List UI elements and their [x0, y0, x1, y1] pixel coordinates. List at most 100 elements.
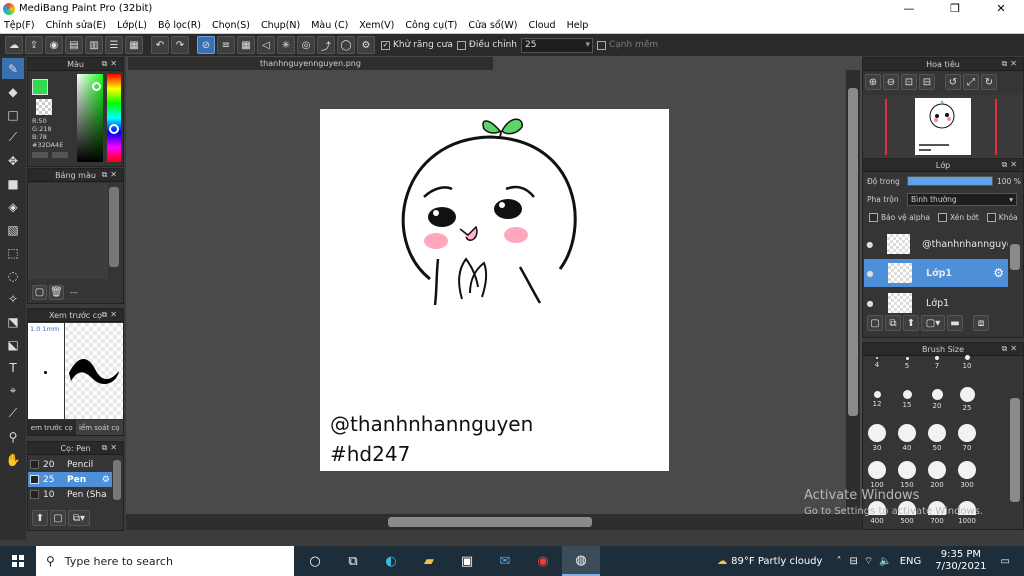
- rotate-left-icon[interactable]: ↺: [945, 74, 961, 90]
- settings-gear-icon[interactable]: ⚙: [357, 36, 375, 54]
- horizontal-scroll-thumb[interactable]: [388, 517, 592, 527]
- menu-tools[interactable]: Công cụ(T): [405, 20, 457, 31]
- checkbox-icon[interactable]: [869, 212, 878, 222]
- weather-text[interactable]: 89°F Partly cloudy: [731, 556, 822, 567]
- panel-controls-icon[interactable]: ⧉✕: [102, 310, 120, 320]
- panel-controls-icon[interactable]: ⧉✕: [102, 59, 120, 69]
- folder-icon[interactable]: ▬: [947, 315, 963, 331]
- merge-layer-icon[interactable]: ⧈: [973, 315, 989, 331]
- import-layer-icon[interactable]: ⬆: [903, 315, 919, 331]
- ellipse-snap-icon[interactable]: ◯: [337, 36, 355, 54]
- zoom-out-icon[interactable]: ⊖: [883, 74, 899, 90]
- bucket-tool-icon[interactable]: ◈: [2, 196, 24, 217]
- drawing-canvas[interactable]: @thanhnhannguyen #hd247: [320, 109, 669, 471]
- layer-row-selected[interactable]: ● Lớp1 ⚙: [864, 259, 1008, 287]
- brush-size-option[interactable]: 70: [952, 424, 982, 452]
- chrome-icon[interactable]: ◉: [524, 546, 562, 576]
- soft-edge-toggle[interactable]: Cạnh mềm: [596, 40, 658, 50]
- store-icon[interactable]: ▣: [448, 546, 486, 576]
- eyedropper-tool-icon[interactable]: ⚲: [2, 426, 24, 447]
- brush-size-option[interactable]: 30: [862, 424, 892, 452]
- panel-controls-icon[interactable]: ⧉✕: [1002, 59, 1020, 69]
- vertical-scrollbar[interactable]: [846, 70, 860, 514]
- brush-size-option[interactable]: 7: [922, 356, 952, 370]
- grid-icon[interactable]: ▦: [125, 36, 143, 54]
- magic-wand-tool-icon[interactable]: ✧: [2, 288, 24, 309]
- menu-select[interactable]: Chọn(S): [212, 20, 250, 31]
- cortana-icon[interactable]: ○: [296, 546, 334, 576]
- brush-size-option[interactable]: 15: [892, 390, 922, 409]
- zoom-in-icon[interactable]: ⊕: [865, 74, 881, 90]
- brush-size-scrollbar[interactable]: [1010, 398, 1020, 502]
- navigator-preview[interactable]: [863, 95, 1023, 157]
- move-tool-icon[interactable]: ✥: [2, 150, 24, 171]
- fullscreen-icon[interactable]: ⤢: [963, 74, 979, 90]
- gradient-tool-icon[interactable]: ▧: [2, 219, 24, 240]
- layer-scrollbar[interactable]: [1010, 244, 1020, 270]
- eye-icon[interactable]: ●: [864, 299, 876, 308]
- lasso-tool-icon[interactable]: ◌: [2, 265, 24, 286]
- menu-file[interactable]: Tệp(F): [4, 20, 35, 31]
- brush-size-option[interactable]: 150: [892, 461, 922, 489]
- document-tab[interactable]: thanhnguyennguyen.png: [128, 57, 493, 70]
- gear-icon[interactable]: ⚙: [993, 266, 1004, 280]
- comment-icon[interactable]: ◉: [45, 36, 63, 54]
- minimize-button[interactable]: —: [886, 0, 932, 17]
- cloud-icon[interactable]: ☁: [5, 36, 23, 54]
- horizontal-scrollbar[interactable]: [126, 514, 862, 530]
- fit-icon[interactable]: ⊡: [901, 74, 917, 90]
- text-tool-icon[interactable]: T: [2, 357, 24, 378]
- secondary-color-swatch[interactable]: [36, 99, 52, 115]
- medibang-taskbar-icon[interactable]: ◍: [562, 546, 600, 576]
- wifi-icon[interactable]: ⌔: [864, 555, 873, 568]
- circle-snap-icon[interactable]: ◎: [297, 36, 315, 54]
- weather-icon[interactable]: ☁: [717, 556, 727, 567]
- chevron-up-icon[interactable]: ˄: [836, 556, 841, 567]
- brush-size-option[interactable]: 40: [892, 424, 922, 452]
- redo-icon[interactable]: ↷: [171, 36, 189, 54]
- chat-icon[interactable]: ▤: [65, 36, 83, 54]
- brush-item[interactable]: 10 Pen (Sha: [28, 487, 112, 502]
- network-icon[interactable]: ⊟: [849, 556, 857, 567]
- new-palette-icon[interactable]: ▢: [32, 284, 47, 300]
- add-layer-menu-icon[interactable]: ▢▾: [921, 315, 945, 331]
- curve-snap-icon[interactable]: ⤴: [317, 36, 335, 54]
- parallel-snap-icon[interactable]: ≡: [217, 36, 235, 54]
- menu-window[interactable]: Cửa sổ(W): [468, 20, 517, 31]
- hue-slider[interactable]: [107, 74, 121, 162]
- menu-help[interactable]: Help: [567, 20, 589, 31]
- layer-row[interactable]: ● Lớp1: [864, 289, 1008, 317]
- notification-icon[interactable]: ▭: [1001, 556, 1010, 567]
- antialias-toggle[interactable]: ✓ Khử răng cưa: [381, 40, 453, 50]
- rotate-right-icon[interactable]: ↻: [981, 74, 997, 90]
- brush-menu-icon[interactable]: ⧉▾: [68, 510, 90, 526]
- blend-dropdown[interactable]: Bình thường ▾: [907, 192, 1017, 206]
- share-icon[interactable]: ⇪: [25, 36, 43, 54]
- panel-controls-icon[interactable]: ⧉✕: [102, 443, 120, 453]
- brush-item[interactable]: 25 Pen ⚙: [28, 472, 112, 487]
- volume-icon[interactable]: 🔈: [879, 556, 891, 567]
- brush-size-option[interactable]: 100: [862, 461, 892, 489]
- snap-off-icon[interactable]: ⊘: [197, 36, 215, 54]
- checkbox-icon[interactable]: [986, 212, 996, 222]
- brush-size-option[interactable]: 300: [952, 461, 982, 489]
- duplicate-layer-icon[interactable]: ⧉: [885, 315, 901, 331]
- fill-rect-tool-icon[interactable]: ■: [2, 173, 24, 194]
- select-tool-icon[interactable]: ⬚: [2, 242, 24, 263]
- radial-snap-icon[interactable]: ✳: [277, 36, 295, 54]
- brush-tool-icon[interactable]: ✎: [2, 58, 24, 79]
- task-view-icon[interactable]: ⧉: [334, 546, 372, 576]
- language-indicator[interactable]: ENG: [900, 556, 922, 567]
- menu-color[interactable]: Màu (C): [311, 20, 348, 31]
- adjust-dropdown[interactable]: 25 ▾: [520, 37, 593, 53]
- checkbox-icon[interactable]: [456, 40, 466, 50]
- operation-tool-icon[interactable]: ⌖: [2, 380, 24, 401]
- panel-controls-icon[interactable]: ⧉✕: [1002, 160, 1020, 170]
- eraser-tool-icon[interactable]: ◆: [2, 81, 24, 102]
- gear-icon[interactable]: ⚙: [102, 475, 110, 485]
- brush-size-option[interactable]: 10: [952, 355, 982, 370]
- tab-brush-control[interactable]: iểm soát cọ: [75, 420, 123, 435]
- eye-icon[interactable]: ●: [864, 240, 875, 249]
- sv-picker-handle[interactable]: [92, 82, 101, 91]
- taskbar-search-box[interactable]: ⚲ Type here to search: [36, 546, 294, 576]
